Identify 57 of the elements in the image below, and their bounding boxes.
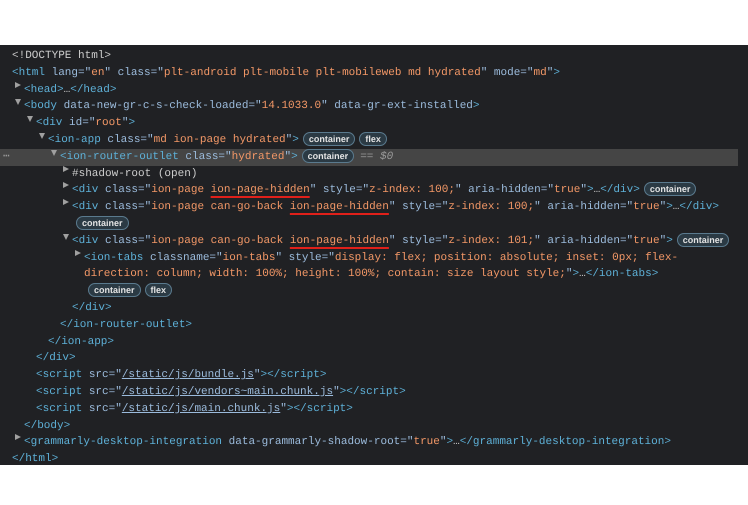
code-line: <html lang="en" class="plt-android plt-mobile plt-mobileweb md hydrated" mode="md">	[12, 66, 560, 81]
tree-row[interactable]: <head>…</head>	[0, 82, 738, 98]
tree-row[interactable]: <div class="ion-page can-go-back ion-page-hidden" style="z-index: 101;" aria-hidden="true"> container	[0, 232, 738, 250]
tree-row[interactable]: <html lang="en" class="plt-android plt-mobile plt-mobileweb md hydrated" mode="md">	[0, 64, 738, 82]
layout-badge[interactable]: container	[302, 148, 354, 163]
tree-row[interactable]: <ion-app class="md ion-page hydrated"> container flex	[0, 132, 738, 149]
tree-row[interactable]: <script src="/static/js/vendors~main.chunk.js"></script>	[0, 384, 738, 401]
code-line: <ion-app class="md ion-page hydrated">	[48, 132, 299, 148]
layout-badge[interactable]: container	[76, 216, 129, 230]
console-reference: == $0	[360, 150, 394, 163]
code-line: <div class="ion-page can-go-back ion-page-hidden" style="z-index: 100;" aria-hidden="true">…</div>	[72, 200, 720, 216]
collapsed-triangle-icon[interactable]	[63, 166, 69, 172]
collapsed-triangle-icon[interactable]	[63, 182, 69, 188]
layout-badge[interactable]: container	[644, 182, 696, 196]
selected-code-line: <ion-router-outlet class="hydrated">	[60, 150, 298, 165]
tree-row[interactable]: <ion-tabs classname="ion-tabs" style="display: flex; position: absolute; inset: 0px; flex-direction: column; width: 100%; height: 100%; contain: size layout style;">…</ion-tabs> container flex	[0, 250, 738, 300]
expanded-triangle-icon[interactable]	[15, 99, 21, 106]
code-line: <script src="/static/js/vendors~main.chunk.js"></script>	[36, 384, 406, 400]
code-line: <ion-tabs classname="ion-tabs" style="display: flex; position: absolute; inset: 0px; flex-direction: column; width: 100%; height: 100%; contain: size layout style;">…</ion-tabs>	[84, 250, 680, 282]
tree-row[interactable]: <!DOCTYPE html>	[0, 48, 738, 65]
closing-tag-line: </ion-router-outlet>	[60, 318, 192, 333]
expanded-triangle-icon[interactable]	[27, 116, 33, 122]
selected-row[interactable]: ⋯ <ion-router-outlet class="hydrated"> container == $0	[0, 148, 738, 166]
code-line: <div id="root">	[36, 116, 136, 132]
expanded-triangle-icon[interactable]	[39, 132, 45, 139]
collapsed-triangle-icon[interactable]	[15, 82, 21, 88]
collapsed-triangle-icon[interactable]	[63, 199, 69, 206]
collapsed-triangle-icon[interactable]	[15, 434, 21, 440]
tree-row[interactable]: <div class="ion-page ion-page-hidden" style="z-index: 100;" aria-hidden="true">…</div> container	[0, 182, 738, 200]
code-line: <div class="ion-page ion-page-hidden" style="z-index: 100;" aria-hidden="true">…</div>	[72, 183, 640, 198]
tree-row[interactable]: <body data-new-gr-c-s-check-loaded="14.1033.0" data-gr-ext-installed>	[0, 98, 738, 116]
closing-tag-line: </html>	[12, 452, 58, 468]
code-line: <script src="/static/js/bundle.js"></script>	[36, 368, 326, 384]
layout-badge[interactable]: flex	[359, 132, 387, 146]
closing-tag-line: </div>	[72, 300, 112, 316]
code-line: <div class="ion-page can-go-back ion-page-hidden" style="z-index: 101;" aria-hidden="true">	[72, 234, 673, 249]
code-line: <script src="/static/js/main.chunk.js"></script>	[36, 402, 353, 417]
layout-badge[interactable]: container	[88, 283, 141, 298]
code-line: <body data-new-gr-c-s-check-loaded="14.1033.0" data-gr-ext-installed>	[24, 99, 480, 114]
code-line: <grammarly-desktop-integration data-grammarly-shadow-root="true">…</grammarly-desktop-integration>	[24, 435, 671, 450]
closing-tag-line: </body>	[24, 418, 70, 434]
layout-badge[interactable]: flex	[144, 283, 172, 298]
closing-tag-line: </ion-app>	[48, 334, 114, 350]
collapsed-triangle-icon[interactable]	[75, 250, 81, 256]
closing-tag-line: </div>	[36, 351, 76, 366]
expanded-triangle-icon[interactable]	[51, 150, 57, 156]
tree-row[interactable]: <script src="/static/js/bundle.js"></script>	[0, 367, 738, 384]
tree-row[interactable]: #shadow-root (open)	[0, 166, 738, 182]
code-line: <!DOCTYPE html>	[12, 49, 112, 64]
code-line: #shadow-root (open)	[72, 166, 198, 182]
tree-row[interactable]: <script src="/static/js/main.chunk.js"></script>	[0, 400, 738, 418]
tree-row[interactable]: <div id="root">	[0, 115, 738, 132]
layout-badge[interactable]: container	[676, 232, 730, 247]
expanded-triangle-icon[interactable]	[63, 234, 69, 240]
code-line: <head>…</head>	[24, 82, 116, 98]
tree-row[interactable]: <grammarly-desktop-integration data-grammarly-shadow-root="true">…</grammarly-desktop-integration>	[0, 434, 738, 452]
layout-badge[interactable]: container	[302, 132, 356, 146]
